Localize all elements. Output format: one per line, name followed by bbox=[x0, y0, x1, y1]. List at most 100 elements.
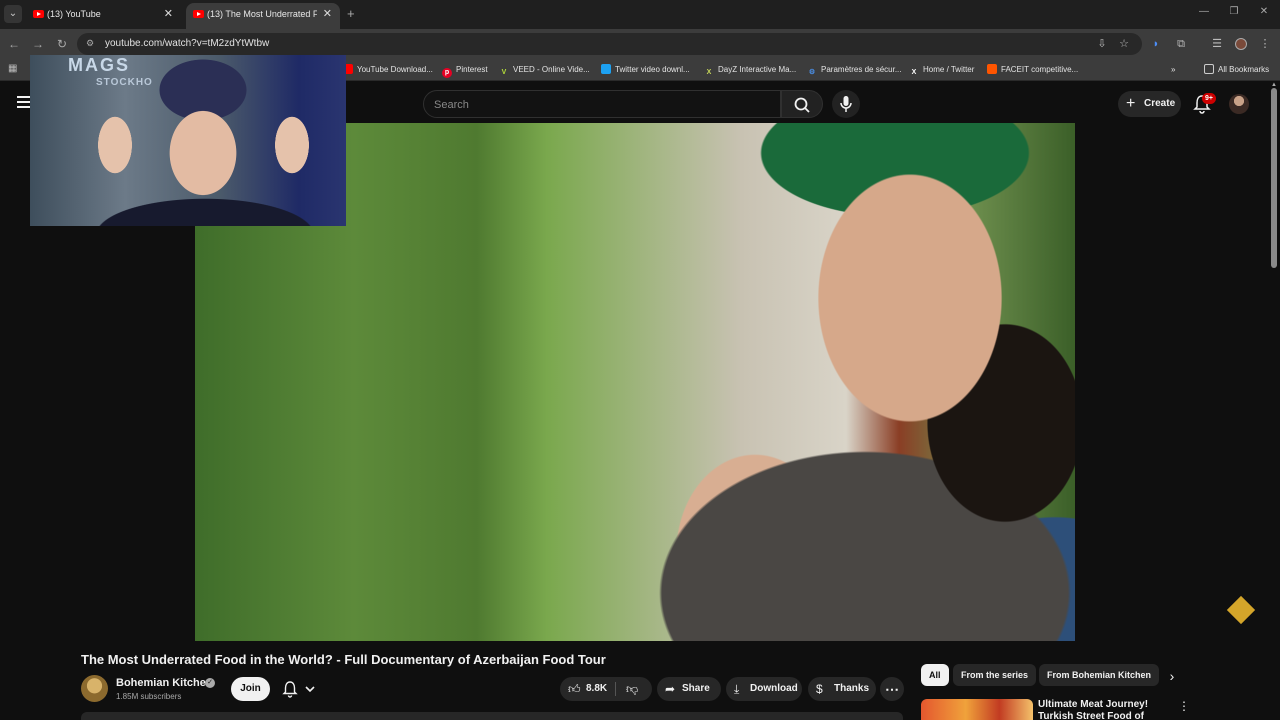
create-button[interactable]: + Create bbox=[1118, 91, 1181, 117]
download-icon: ⤓ bbox=[734, 682, 740, 696]
browser-menu-icon[interactable]: ⋮ bbox=[1257, 36, 1273, 52]
chip-all[interactable]: All bbox=[921, 664, 949, 686]
share-arrow-icon: ➦ bbox=[665, 682, 676, 696]
bookmark-label: Home / Twitter bbox=[923, 65, 975, 74]
close-tab-icon[interactable]: ✕ bbox=[323, 3, 332, 25]
chip-from-bohemian-kitchen[interactable]: From Bohemian Kitchen bbox=[1039, 664, 1160, 686]
window-close-icon[interactable]: ✕ bbox=[1256, 6, 1272, 20]
extensions-puzzle-icon[interactable]: ⧉ bbox=[1173, 36, 1189, 52]
bookmark-label: DayZ Interactive Ma... bbox=[718, 65, 797, 74]
channel-avatar[interactable] bbox=[81, 675, 108, 702]
search-button[interactable] bbox=[781, 90, 823, 118]
search-input[interactable] bbox=[434, 97, 764, 113]
recommended-more-icon[interactable]: ⋮ bbox=[1178, 699, 1190, 715]
notification-badge: 9+ bbox=[1202, 93, 1216, 104]
chip-from-the-series[interactable]: From the series bbox=[953, 664, 1037, 686]
address-bar[interactable]: ⚙ youtube.com/watch?v=tM2zdYtWtbw ⇩ ☆ bbox=[77, 33, 1142, 55]
forward-icon[interactable]: → bbox=[30, 36, 46, 52]
bookmark-label: FACEIT competitive... bbox=[1001, 65, 1079, 74]
browser-tab-strip: ⌄ (13) YouTube ✕ (13) The Most Underrate… bbox=[0, 0, 1280, 29]
thanks-label: Thanks bbox=[834, 683, 870, 694]
youtube-favicon-icon bbox=[33, 10, 44, 18]
description-box[interactable] bbox=[81, 712, 903, 720]
profile-avatar[interactable] bbox=[1235, 38, 1247, 50]
channel-name[interactable]: Bohemian Kitchen bbox=[116, 677, 213, 689]
twitter-download-icon bbox=[601, 64, 611, 74]
minimize-icon[interactable]: — bbox=[1196, 6, 1212, 20]
bookmark-pinterest[interactable]: p Pinterest bbox=[442, 63, 488, 78]
folder-icon bbox=[1204, 64, 1214, 74]
voice-search-button[interactable] bbox=[832, 90, 860, 118]
recommended-video-title[interactable]: Ultimate Meat Journey! Turkish Street Fo… bbox=[1038, 699, 1178, 720]
thumbs-up-icon[interactable]: 👍︎ bbox=[568, 677, 581, 701]
search-box[interactable] bbox=[423, 90, 781, 118]
thanks-button[interactable]: $ Thanks bbox=[808, 677, 876, 701]
bookmark-star-icon[interactable]: ☆ bbox=[1117, 37, 1131, 51]
join-button[interactable]: Join bbox=[231, 677, 270, 701]
plus-icon: + bbox=[1126, 95, 1136, 112]
dayz-icon: X bbox=[706, 69, 712, 76]
back-icon[interactable]: ← bbox=[6, 36, 22, 52]
like-divider bbox=[615, 682, 616, 696]
search-icon bbox=[794, 97, 810, 113]
bookmark-security-settings[interactable]: ⚙ Paramètres de sécur... bbox=[807, 63, 902, 77]
like-dislike-group: 👍︎ 8.8K 👎︎ bbox=[560, 677, 652, 701]
install-app-icon[interactable]: ⇩ bbox=[1095, 37, 1109, 51]
subscription-bell-button[interactable] bbox=[276, 677, 326, 701]
restore-icon[interactable]: ❐ bbox=[1226, 6, 1242, 20]
page-scrollbar[interactable] bbox=[1271, 88, 1277, 268]
verified-check-icon: ✓ bbox=[205, 678, 215, 688]
share-label: Share bbox=[682, 683, 710, 694]
chevron-right-icon[interactable]: › bbox=[1162, 666, 1182, 686]
bookmark-home-twitter[interactable]: X Home / Twitter bbox=[909, 63, 975, 77]
webcam-banner-text: MAGS bbox=[68, 55, 130, 75]
bookmark-label: Pinterest bbox=[456, 65, 488, 74]
tab-title: (13) YouTube bbox=[47, 9, 101, 19]
bookmark-label: VEED - Online Vide... bbox=[513, 65, 590, 74]
hamburger-menu-icon[interactable] bbox=[17, 96, 31, 108]
create-label: Create bbox=[1144, 98, 1176, 109]
video-title: The Most Underrated Food in the World? -… bbox=[81, 652, 606, 667]
bookmark-label: All Bookmarks bbox=[1218, 65, 1270, 74]
more-actions-icon[interactable]: ⋯ bbox=[880, 677, 904, 701]
apps-grid-icon[interactable]: ▦ bbox=[8, 63, 20, 75]
bookmark-faceit[interactable]: FACEIT competitive... bbox=[987, 63, 1078, 77]
download-label: Download bbox=[750, 683, 798, 694]
tab-video[interactable]: (13) The Most Underrated Food in the Wor… bbox=[186, 3, 340, 29]
url-text: youtube.com/watch?v=tM2zdYtWtbw bbox=[105, 38, 270, 49]
bookmark-youtube-download[interactable]: YouTube Download... bbox=[343, 63, 433, 77]
faceit-icon bbox=[987, 64, 997, 74]
subscriber-count: 1.85M subscribers bbox=[116, 692, 182, 701]
extension-audio-icon[interactable]: ◗ bbox=[1148, 36, 1164, 52]
download-button[interactable]: ⤓ Download bbox=[726, 677, 802, 701]
bookmark-dayz[interactable]: X DayZ Interactive Ma... bbox=[704, 63, 797, 77]
like-count[interactable]: 8.8K bbox=[586, 677, 607, 701]
tab-youtube-home[interactable]: (13) YouTube ✕ bbox=[26, 3, 181, 29]
bell-icon bbox=[282, 681, 315, 698]
more-bookmarks-icon[interactable]: » bbox=[1171, 63, 1175, 77]
close-tab-icon[interactable]: ✕ bbox=[164, 3, 173, 25]
share-button[interactable]: ➦ Share bbox=[657, 677, 721, 701]
webcam-banner-subtext: STOCKHO bbox=[96, 77, 153, 88]
site-info-icon[interactable]: ⚙ bbox=[86, 38, 98, 50]
account-avatar[interactable] bbox=[1229, 94, 1249, 114]
microphone-icon bbox=[840, 96, 852, 112]
webcam-overlay: MAGS STOCKHO bbox=[30, 55, 346, 226]
tab-search-icon[interactable]: ⌄ bbox=[4, 5, 22, 23]
reload-icon[interactable]: ↻ bbox=[54, 36, 70, 52]
thumbs-down-icon[interactable]: 👎︎ bbox=[626, 677, 638, 701]
security-settings-icon: ⚙ bbox=[808, 69, 816, 76]
recommended-video-thumbnail[interactable] bbox=[921, 699, 1033, 720]
all-bookmarks-folder[interactable]: All Bookmarks bbox=[1204, 63, 1269, 77]
new-tab-icon[interactable]: + bbox=[347, 5, 361, 23]
bookmark-twitter-video[interactable]: Twitter video downl... bbox=[601, 63, 690, 77]
bookmark-label: YouTube Download... bbox=[357, 65, 433, 74]
tab-title: (13) The Most Underrated Food in the Wor… bbox=[207, 9, 317, 19]
reading-list-icon[interactable]: ☰ bbox=[1209, 36, 1225, 52]
bookmark-label: Paramètres de sécur... bbox=[821, 65, 902, 74]
pinterest-icon: p bbox=[442, 68, 452, 78]
veed-icon: V bbox=[501, 69, 507, 76]
super-thanks-icon: $ bbox=[816, 682, 823, 696]
bookmark-veed[interactable]: V VEED - Online Vide... bbox=[499, 63, 590, 77]
bookmark-label: Twitter video downl... bbox=[615, 65, 690, 74]
